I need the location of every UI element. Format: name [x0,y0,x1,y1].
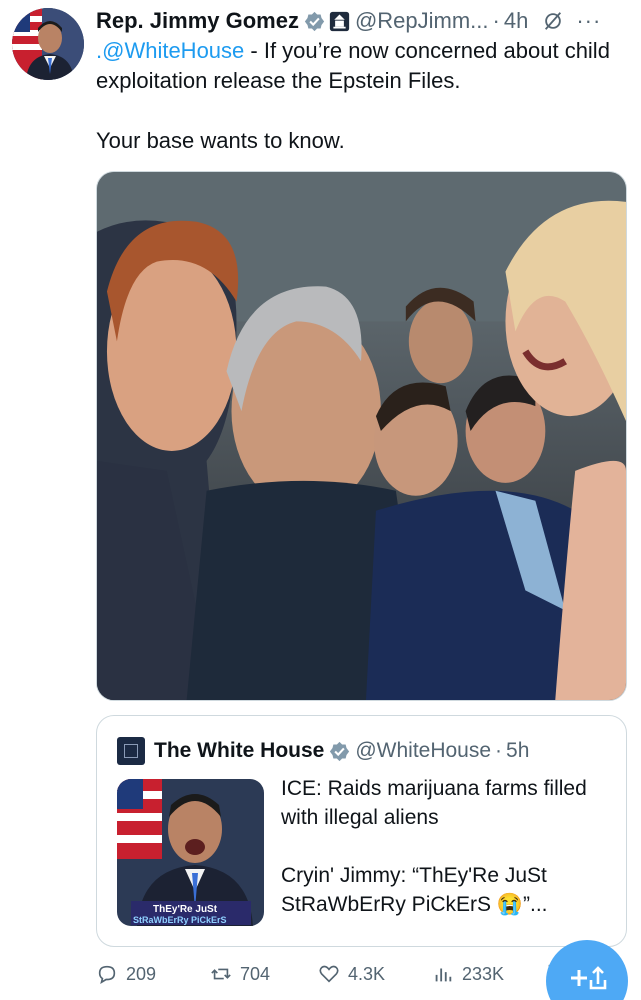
views-button[interactable]: 233K [432,958,504,990]
quote-time[interactable]: 5h [506,739,529,763]
reply-icon [98,965,116,984]
quote-author-handle[interactable]: @WhiteHouse [355,739,491,763]
verified-badge-icon [330,741,350,761]
tweet-photo[interactable] [96,171,627,701]
tweet-time[interactable]: 4h [504,8,528,34]
more-icon[interactable]: ··· [576,10,601,32]
quote-author-name[interactable]: The White House [154,739,324,763]
separator: · [492,8,500,33]
views-count: 233K [462,963,505,984]
like-icon [319,965,339,983]
repost-count: 704 [240,963,271,984]
author-name[interactable]: Rep. Jimmy Gomez [96,8,299,34]
like-count: 4.3K [348,963,386,984]
grok-icon[interactable] [542,10,564,32]
government-badge-icon [329,11,350,31]
author-avatar[interactable] [12,8,84,80]
white-house-logo-icon [117,737,145,765]
author-handle[interactable]: @RepJimm... [355,8,489,34]
reply-count: 209 [126,963,157,984]
compose-button[interactable] [546,940,628,1000]
mention-link[interactable]: .@WhiteHouse [96,38,244,63]
views-icon [435,968,452,982]
verified-badge-icon [304,11,325,31]
compose-icon [571,966,607,990]
repost-icon [211,968,231,980]
quoted-tweet[interactable]: The White House @WhiteHouse · 5h ThEy'Re… [96,715,627,947]
quote-header: The White House @WhiteHouse · 5h [117,736,529,766]
reply-button[interactable]: 209 [96,958,156,990]
tweet-text: .@WhiteHouse - If you’re now concerned a… [96,36,626,156]
separator: · [495,739,503,762]
quote-thumbnail[interactable]: ThEy'Re JuSt StRaWbErRy PiCkErS [117,779,264,926]
thumb-caption-line2: StRaWbErRy PiCkErS [133,915,227,925]
quote-text-1: ICE: Raids marijuana farms filled with i… [281,777,587,829]
repost-button[interactable]: 704 [210,958,270,990]
tweet-text-line2: Your base wants to know. [96,128,345,153]
thumb-caption-line1: ThEy'Re JuSt [153,904,218,915]
quote-text: ICE: Raids marijuana farms filled with i… [281,774,611,919]
quote-text-2: Cryin' Jimmy: “ThEy'Re JuSt StRaWbErRy P… [281,864,548,916]
tweet-header: Rep. Jimmy Gomez @RepJimm... · 4h ··· [96,6,631,36]
like-button[interactable]: 4.3K [318,958,385,990]
